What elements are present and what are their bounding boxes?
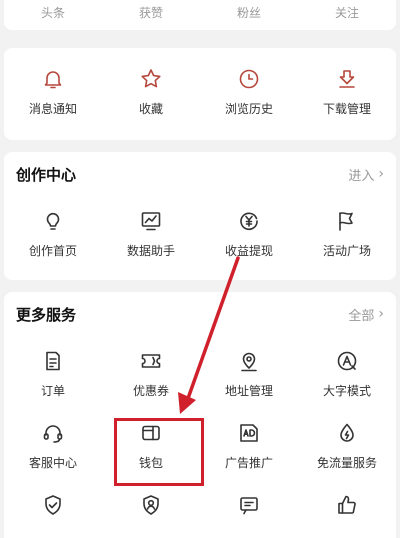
service-item-label: 地址管理 <box>224 384 273 398</box>
quick-item-label: 浏览历史 <box>224 102 273 116</box>
service-item-partial[interactable] <box>298 480 396 520</box>
more-services-card: 更多服务 全部 › 订单 优惠券 地址管理 大字模式 客服中心 钱包 广告推广 … <box>4 292 396 538</box>
service-item-orders[interactable]: 订单 <box>4 336 102 408</box>
service-item-wallet[interactable]: 钱包 <box>102 408 200 480</box>
service-item-label: 钱包 <box>138 456 163 470</box>
creator-item-activities[interactable]: 活动广场 <box>298 196 396 268</box>
service-item-partial[interactable] <box>4 480 102 520</box>
stats-bar: 头条 获赞 粉丝 关注 <box>4 0 396 30</box>
enter-link-label: 进入 <box>348 168 375 184</box>
download-icon <box>334 66 360 92</box>
thumbs-up-icon <box>334 492 360 518</box>
lightbulb-icon <box>40 208 66 234</box>
stat-headlines[interactable]: 头条 <box>4 0 102 30</box>
service-item-label: 免流量服务 <box>316 456 377 470</box>
wallet-icon <box>138 420 164 446</box>
quick-item-label: 消息通知 <box>28 102 77 116</box>
bell-icon <box>40 66 66 92</box>
star-icon <box>138 66 164 92</box>
quick-item-downloads[interactable]: 下载管理 <box>298 48 396 140</box>
shield-check-icon <box>40 492 66 518</box>
service-item-label: 优惠券 <box>132 384 169 398</box>
coupon-icon <box>138 348 164 374</box>
chevron-right-icon: › <box>378 306 384 322</box>
quick-actions-card: 消息通知 收藏 浏览历史 下载管理 <box>4 48 396 140</box>
service-item-free-data[interactable]: 免流量服务 <box>298 408 396 480</box>
all-link-label: 全部 <box>348 308 375 324</box>
headset-icon <box>40 420 66 446</box>
service-item-coupons[interactable]: 优惠券 <box>102 336 200 408</box>
quick-item-label: 收藏 <box>138 102 163 116</box>
stat-likes[interactable]: 获赞 <box>102 0 200 30</box>
stat-following[interactable]: 关注 <box>298 0 396 30</box>
section-title: 更多服务 <box>16 305 77 324</box>
message-icon <box>236 492 262 518</box>
service-item-advertising[interactable]: 广告推广 <box>200 408 298 480</box>
creator-item-label: 创作首页 <box>28 244 77 258</box>
large-text-icon <box>334 348 360 374</box>
creator-center-card: 创作中心 进入 › 创作首页 数据助手 收益提现 活动广场 <box>4 152 396 280</box>
creator-item-data[interactable]: 数据助手 <box>102 196 200 268</box>
stat-fans[interactable]: 粉丝 <box>200 0 298 30</box>
service-item-partial[interactable] <box>102 480 200 520</box>
creator-item-withdraw[interactable]: 收益提现 <box>200 196 298 268</box>
quick-item-label: 下载管理 <box>322 102 371 116</box>
yen-coin-icon <box>236 208 262 234</box>
creator-item-home[interactable]: 创作首页 <box>4 196 102 268</box>
service-item-label: 广告推广 <box>224 456 273 470</box>
chevron-right-icon: › <box>378 166 384 182</box>
section-title: 创作中心 <box>16 165 77 184</box>
creator-item-label: 数据助手 <box>126 244 175 258</box>
creator-item-label: 收益提现 <box>224 244 273 258</box>
quick-item-favorites[interactable]: 收藏 <box>102 48 200 140</box>
chart-icon <box>138 208 164 234</box>
service-item-address[interactable]: 地址管理 <box>200 336 298 408</box>
service-item-large-text[interactable]: 大字模式 <box>298 336 396 408</box>
document-icon <box>40 348 66 374</box>
user-badge-icon <box>138 492 164 518</box>
location-pin-icon <box>236 348 262 374</box>
creator-item-label: 活动广场 <box>322 244 371 258</box>
clock-icon <box>236 66 262 92</box>
flag-icon <box>334 208 360 234</box>
all-link[interactable]: 全部 › <box>348 305 384 324</box>
enter-link[interactable]: 进入 › <box>348 165 384 184</box>
service-item-partial[interactable] <box>200 480 298 520</box>
ad-icon <box>236 420 262 446</box>
quick-item-history[interactable]: 浏览历史 <box>200 48 298 140</box>
service-item-customer-service[interactable]: 客服中心 <box>4 408 102 480</box>
service-item-label: 客服中心 <box>28 456 77 470</box>
service-item-label: 大字模式 <box>322 384 371 398</box>
water-drop-icon <box>334 420 360 446</box>
service-item-label: 订单 <box>40 384 65 398</box>
quick-item-notifications[interactable]: 消息通知 <box>4 48 102 140</box>
